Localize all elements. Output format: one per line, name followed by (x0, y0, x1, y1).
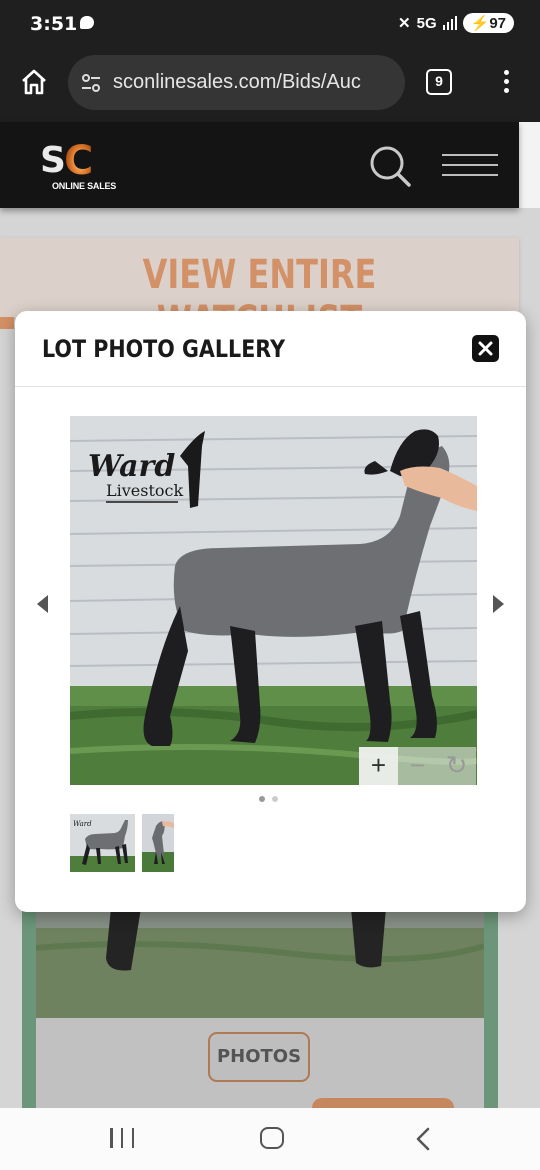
hamburger-icon[interactable] (442, 154, 498, 176)
home-icon[interactable] (20, 68, 48, 96)
status-bar: 3:51 ✕ 5G ⚡97 (0, 0, 540, 50)
network-type: 5G (416, 14, 437, 32)
mute-icon: ✕ (398, 15, 411, 32)
slide-indicator (259, 796, 278, 802)
chevron-right-icon[interactable] (493, 595, 504, 613)
modal-divider (15, 386, 526, 387)
slide-dot-2[interactable] (272, 796, 278, 802)
svg-text:S: S (40, 140, 66, 181)
tune-icon[interactable] (80, 72, 102, 94)
modal-title: LOT PHOTO GALLERY (42, 335, 286, 363)
status-indicators: ✕ 5G ⚡97 (398, 13, 514, 33)
kebab-icon[interactable] (502, 70, 510, 96)
chevron-left-icon[interactable] (37, 595, 48, 613)
logo-subtext: ONLINE SALES (52, 181, 117, 191)
search-icon[interactable] (368, 144, 412, 188)
recents-icon[interactable] (110, 1128, 134, 1150)
svg-text:Ward: Ward (73, 820, 92, 828)
back-icon[interactable] (416, 1127, 430, 1151)
ward-livestock-logo-line2: Livestock (106, 481, 183, 500)
gallery-main-photo[interactable]: Ward Livestock + − ↻ (70, 416, 477, 785)
lot-photo-gallery-modal: LOT PHOTO GALLERY Ward Livestock + − ↻ W… (15, 311, 526, 912)
url-text: sconlinesales.com/Bids/Auc (113, 71, 361, 93)
system-navigation-bar (0, 1108, 540, 1170)
address-bar[interactable]: sconlinesales.com/Bids/Auc (68, 55, 405, 110)
thumbnail-2[interactable] (142, 814, 174, 872)
status-time: 3:51 (30, 13, 78, 35)
zoom-out-button[interactable]: − (398, 747, 437, 785)
battery-value: 97 (489, 15, 506, 32)
chat-notification-icon (80, 16, 94, 29)
close-icon (478, 341, 493, 356)
zoom-controls: + − ↻ (359, 747, 477, 785)
site-header: S C ONLINE SALES (0, 122, 519, 208)
browser-toolbar: sconlinesales.com/Bids/Auc 9 (0, 50, 540, 122)
home-button-icon[interactable] (260, 1127, 284, 1149)
slide-dot-1[interactable] (259, 796, 265, 802)
reset-zoom-button[interactable]: ↻ (437, 747, 476, 785)
logo-graphic: S C (40, 138, 93, 184)
battery-level: ⚡97 (462, 13, 514, 33)
site-logo[interactable]: S C ONLINE SALES (40, 136, 117, 196)
ward-livestock-logo: Ward (88, 449, 175, 484)
svg-text:C: C (64, 138, 93, 181)
signal-icon (442, 16, 457, 30)
tab-switcher-button[interactable]: 9 (426, 69, 452, 95)
thumbnail-1[interactable]: Ward (70, 814, 135, 872)
close-button[interactable] (472, 335, 499, 362)
lamb-photo: Ward Livestock (70, 416, 477, 785)
zoom-in-button[interactable]: + (359, 747, 398, 785)
